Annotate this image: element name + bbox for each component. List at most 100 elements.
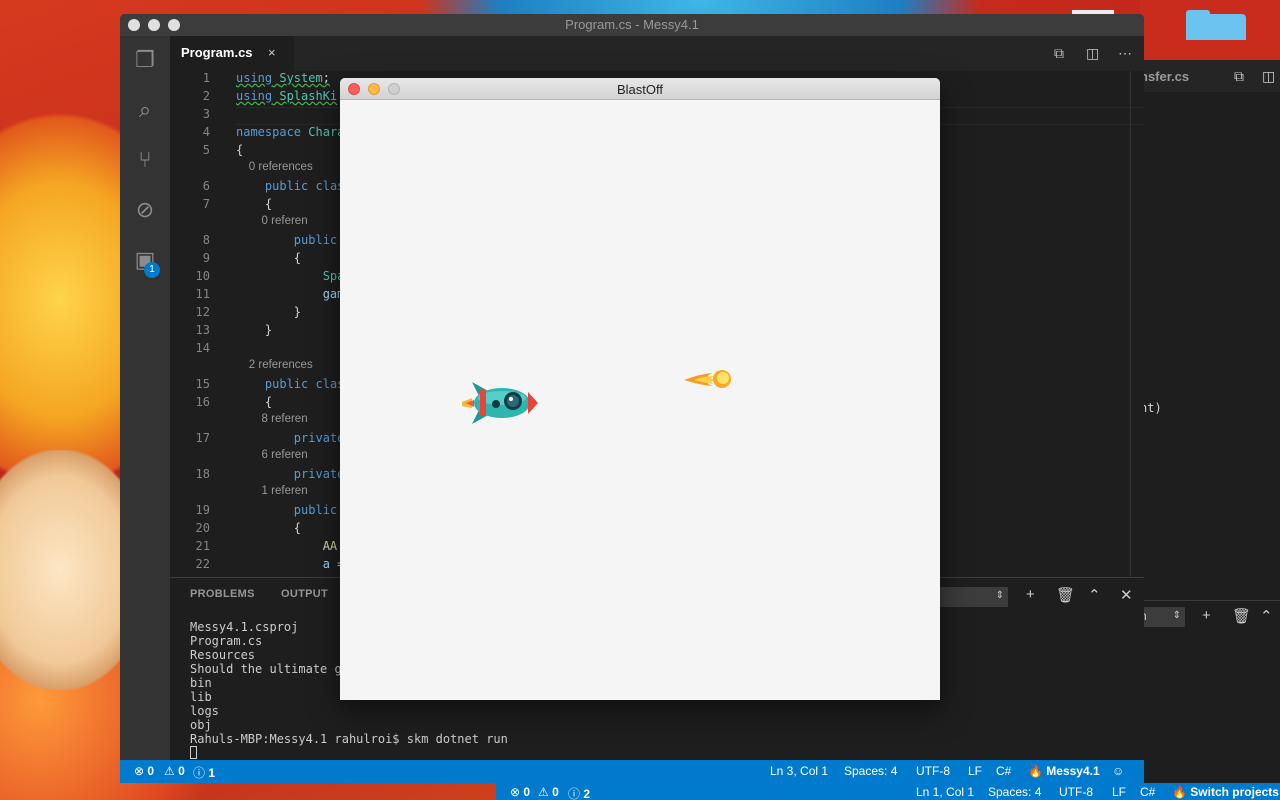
cursor-position[interactable]: Ln 3, Col 1 xyxy=(770,764,828,778)
code-text: { xyxy=(236,197,273,211)
terminal-line: obj xyxy=(190,718,212,732)
back-warning-count[interactable]: ⚠ 0 xyxy=(538,785,559,799)
tab-label: Program.cs xyxy=(181,45,253,60)
code-lens-text[interactable]: 0 references xyxy=(236,161,313,173)
extensions-badge: 1 xyxy=(144,262,160,278)
language-mode[interactable]: C# xyxy=(996,764,1011,778)
close-panel-icon[interactable]: ✕ xyxy=(1120,586,1133,604)
line-number: 22 xyxy=(195,557,210,571)
code-lens-text[interactable]: 8 referen xyxy=(236,413,308,425)
code-lens-text[interactable]: 6 referen xyxy=(236,449,308,461)
back-indentation[interactable]: Spaces: 4 xyxy=(988,785,1041,799)
project-selector[interactable]: 🔥 Messy4.1 xyxy=(1028,764,1100,778)
code-text: using SplashKi xyxy=(236,89,338,103)
line-number: 20 xyxy=(195,521,210,535)
code-text: public xyxy=(293,503,338,517)
split-editor-icon[interactable]: ◫ xyxy=(1262,68,1275,85)
code-text: private xyxy=(293,431,345,445)
blastoff-titlebar: BlastOff xyxy=(340,78,940,100)
encoding[interactable]: UTF-8 xyxy=(916,764,950,778)
code-text: public xyxy=(293,233,338,247)
warning-count[interactable]: ⚠ 0 xyxy=(164,764,185,778)
code-text: } xyxy=(236,305,302,319)
more-actions-icon[interactable]: ⋯ xyxy=(1118,45,1132,62)
line-number: 15 xyxy=(195,377,210,391)
back-encoding[interactable]: UTF-8 xyxy=(1059,785,1093,799)
chevron-updown-icon: ⇕ xyxy=(1172,610,1181,621)
back-status-bar: ⊗ 0 ⚠ 0 ⓘ 2 Ln 1, Col 1 Spaces: 4 UTF-8 … xyxy=(496,783,1280,800)
line-number: 10 xyxy=(195,269,210,283)
code-text: gam xyxy=(322,287,345,301)
extensions-icon[interactable]: ▣ 1 xyxy=(120,240,170,280)
switch-projects-button[interactable]: 🔥 Switch projects xyxy=(1172,785,1279,799)
code-lens-text[interactable]: 0 referen xyxy=(236,215,308,227)
tab-program-cs[interactable]: Program.cs × xyxy=(170,36,294,71)
eol[interactable]: LF xyxy=(968,764,982,778)
line-number: 9 xyxy=(202,251,210,265)
error-count[interactable]: ⊗ 0 xyxy=(134,764,154,778)
code-text: { xyxy=(236,251,302,265)
line-number: 18 xyxy=(195,467,210,481)
line-number: 11 xyxy=(195,287,210,301)
line-number: 6 xyxy=(202,179,210,193)
background-editor-window[interactable]: nsfer.cs ⧉ ◫ nt) sh ⇕ + 🗑 ⌃ xyxy=(1130,60,1280,800)
new-terminal-icon[interactable]: + xyxy=(1026,586,1035,603)
fireball-sprite xyxy=(684,370,731,388)
activity-bar: ❐ ⌕ ⑂ ⊘ ▣ 1 xyxy=(120,36,170,760)
split-editor-icon[interactable]: ◫ xyxy=(1086,45,1099,62)
trash-icon[interactable]: 🗑 xyxy=(1232,607,1251,625)
code-text: Spa xyxy=(322,269,345,283)
source-control-icon[interactable]: ⑂ xyxy=(120,140,170,180)
code-text: AA xyxy=(322,539,338,553)
code-lens-text[interactable]: 1 referen xyxy=(236,485,308,497)
open-changes-icon[interactable]: ⧉ xyxy=(1234,68,1244,85)
line-number: 12 xyxy=(195,305,210,319)
line-number: 17 xyxy=(195,431,210,445)
close-icon[interactable]: × xyxy=(268,45,276,60)
back-tab-label[interactable]: nsfer.cs xyxy=(1140,69,1189,84)
line-number: 5 xyxy=(202,143,210,157)
line-number: 3 xyxy=(202,107,210,121)
back-cursor-position[interactable]: Ln 1, Col 1 xyxy=(916,785,974,799)
code-text: { xyxy=(236,395,273,409)
back-tabbar: nsfer.cs ⧉ ◫ xyxy=(1130,60,1280,92)
terminal-line: logs xyxy=(190,704,219,718)
maximize-panel-icon[interactable]: ⌃ xyxy=(1260,607,1273,625)
back-language[interactable]: C# xyxy=(1140,785,1155,799)
tab-output[interactable]: OUTPUT xyxy=(281,588,328,600)
code-text: } xyxy=(236,323,273,337)
status-bar: ⊗ 0 ⚠ 0 ⓘ 1 Ln 3, Col 1 Spaces: 4 UTF-8 … xyxy=(120,760,1144,783)
window-title: Program.cs - Messy4.1 xyxy=(565,17,699,32)
back-eol[interactable]: LF xyxy=(1112,785,1126,799)
terminal-select[interactable]: ⇕ xyxy=(934,587,1008,607)
open-changes-icon[interactable]: ⧉ xyxy=(1054,45,1064,62)
info-count[interactable]: ⓘ 1 xyxy=(193,764,215,781)
code-text: public clas xyxy=(264,179,345,193)
code-text: { xyxy=(236,521,302,535)
blastoff-window[interactable]: BlastOff xyxy=(340,78,940,700)
folder-icon[interactable] xyxy=(1186,14,1246,40)
new-terminal-icon[interactable]: + xyxy=(1202,607,1211,624)
search-icon[interactable]: ⌕ xyxy=(120,90,170,130)
line-number: 21 xyxy=(195,539,210,553)
code-lens-text[interactable]: 2 references xyxy=(236,359,313,371)
debug-icon[interactable]: ⊘ xyxy=(120,190,170,230)
indentation[interactable]: Spaces: 4 xyxy=(844,764,897,778)
explorer-icon[interactable]: ❐ xyxy=(120,40,170,80)
line-number: 2 xyxy=(202,89,210,103)
code-text: a = xyxy=(322,557,345,571)
line-number: 4 xyxy=(202,125,210,139)
line-number: 14 xyxy=(195,341,210,355)
line-number: 1 xyxy=(202,71,210,85)
line-number: 8 xyxy=(202,233,210,247)
back-error-count[interactable]: ⊗ 0 xyxy=(510,785,530,799)
line-number: 13 xyxy=(195,323,210,337)
code-text: private xyxy=(293,467,345,481)
maximize-panel-icon[interactable]: ⌃ xyxy=(1088,586,1101,604)
feedback-smiley-icon[interactable]: ☺ xyxy=(1112,764,1124,778)
trash-icon[interactable]: 🗑 xyxy=(1056,586,1075,604)
editor-tabs: Program.cs × ⧉ ◫ ⋯ xyxy=(170,36,1144,71)
code-text: namespace Chara xyxy=(236,125,345,139)
tab-problems[interactable]: PROBLEMS xyxy=(190,588,255,600)
back-info-count[interactable]: ⓘ 2 xyxy=(568,785,590,800)
